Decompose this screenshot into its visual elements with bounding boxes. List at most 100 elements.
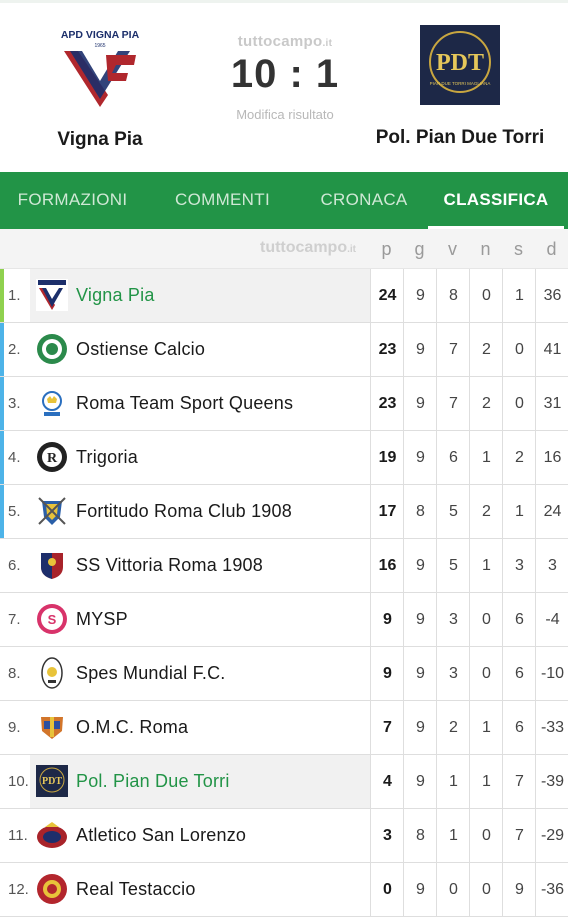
table-row[interactable]: 5. Fortitudo Roma Club 1908 17 8 5 2 1 24 xyxy=(0,485,568,539)
team-name[interactable]: Vigna Pia xyxy=(76,269,155,322)
team-name[interactable]: Spes Mundial F.C. xyxy=(76,647,225,700)
row-position: 6. xyxy=(8,557,21,574)
col-header-drawn: n xyxy=(480,239,491,259)
team-cell[interactable]: Fortitudo Roma Club 1908 xyxy=(30,485,370,538)
team-name[interactable]: Atletico San Lorenzo xyxy=(76,809,246,862)
stat-v: 3 xyxy=(436,647,470,700)
zone-marker xyxy=(0,323,4,376)
row-position: 5. xyxy=(8,503,21,520)
table-row[interactable]: 7. S MYSP 9 9 3 0 6 -4 xyxy=(0,593,568,647)
team-crest-icon: S xyxy=(36,603,68,635)
svg-text:PDT: PDT xyxy=(42,776,62,787)
team-name[interactable]: Roma Team Sport Queens xyxy=(76,377,293,430)
team-cell[interactable]: Roma Team Sport Queens xyxy=(30,377,370,430)
row-position: 3. xyxy=(8,395,21,412)
home-team[interactable]: APD VIGNA PIA 1965 Vigna Pia xyxy=(0,25,200,151)
team-crest-icon xyxy=(36,549,68,581)
away-team-name[interactable]: Pol. Pian Due Torri xyxy=(350,127,568,149)
team-cell[interactable]: Vigna Pia xyxy=(30,269,370,322)
stat-d: -36 xyxy=(535,863,568,916)
table-row[interactable]: 6. SS Vittoria Roma 1908 16 9 5 1 3 3 xyxy=(0,539,568,593)
home-team-name[interactable]: Vigna Pia xyxy=(0,129,200,151)
stat-g: 9 xyxy=(403,269,437,322)
stat-v: 7 xyxy=(436,323,470,376)
table-row[interactable]: 10. PDT Pol. Pian Due Torri 4 9 1 1 7 -39 xyxy=(0,755,568,809)
table-header: tuttocampo.it p g v n s d xyxy=(0,229,568,269)
stat-d: -33 xyxy=(535,701,568,754)
stat-d: -10 xyxy=(535,647,568,700)
table-row[interactable]: 12. Real Testaccio 0 9 0 0 9 -36 xyxy=(0,863,568,917)
team-crest-icon xyxy=(36,657,68,689)
table-row[interactable]: 9. O.M.C. Roma 7 9 2 1 6 -33 xyxy=(0,701,568,755)
stat-g: 8 xyxy=(403,485,437,538)
table-row[interactable]: 3. Roma Team Sport Queens 23 9 7 2 0 31 xyxy=(0,377,568,431)
stat-p: 0 xyxy=(370,863,404,916)
team-crest-icon: R xyxy=(36,441,68,473)
stat-n: 0 xyxy=(469,647,503,700)
table-row[interactable]: 8. Spes Mundial F.C. 9 9 3 0 6 -10 xyxy=(0,647,568,701)
stat-g: 8 xyxy=(403,809,437,862)
stat-g: 9 xyxy=(403,593,437,646)
brand-logo: tuttocampo.it xyxy=(237,33,333,50)
row-position: 12. xyxy=(8,881,29,898)
stat-p: 3 xyxy=(370,809,404,862)
stat-n: 1 xyxy=(469,701,503,754)
stat-v: 5 xyxy=(436,539,470,592)
team-name[interactable]: Pol. Pian Due Torri xyxy=(76,755,230,808)
stat-v: 0 xyxy=(436,863,470,916)
stat-s: 6 xyxy=(502,701,536,754)
team-name[interactable]: O.M.C. Roma xyxy=(76,701,188,754)
stat-p: 23 xyxy=(370,377,404,430)
tab-classifica[interactable]: CLASSIFICA xyxy=(428,172,564,229)
row-position: 8. xyxy=(8,665,21,682)
team-cell[interactable]: Real Testaccio xyxy=(30,863,370,916)
logo-lettering: APD VIGNA PIA xyxy=(61,29,140,41)
col-header-won: v xyxy=(448,239,457,259)
team-name[interactable]: Real Testaccio xyxy=(76,863,196,916)
table-row[interactable]: 4. R Trigoria 19 9 6 1 2 16 xyxy=(0,431,568,485)
stat-s: 7 xyxy=(502,755,536,808)
col-header-played: g xyxy=(414,239,425,259)
table-row[interactable]: 1. Vigna Pia 24 9 8 0 1 36 xyxy=(0,269,568,323)
stat-p: 19 xyxy=(370,431,404,484)
team-name[interactable]: Ostiense Calcio xyxy=(76,323,205,376)
stat-s: 0 xyxy=(502,377,536,430)
stat-s: 6 xyxy=(502,647,536,700)
table-row[interactable]: 11. Atletico San Lorenzo 3 8 1 0 7 -29 xyxy=(0,809,568,863)
tab-cronaca[interactable]: CRONACA xyxy=(300,172,428,229)
team-crest-icon xyxy=(36,819,68,851)
team-name[interactable]: Fortitudo Roma Club 1908 xyxy=(76,485,292,538)
stat-s: 1 xyxy=(502,485,536,538)
team-name[interactable]: SS Vittoria Roma 1908 xyxy=(76,539,263,592)
table-row[interactable]: 2. Ostiense Calcio 23 9 7 2 0 41 xyxy=(0,323,568,377)
col-header-points: p xyxy=(381,239,392,259)
tab-commenti[interactable]: COMMENTI xyxy=(145,172,300,229)
stat-n: 1 xyxy=(469,755,503,808)
stat-g: 9 xyxy=(403,755,437,808)
team-name[interactable]: Trigoria xyxy=(76,431,138,484)
stat-p: 23 xyxy=(370,323,404,376)
team-name[interactable]: MYSP xyxy=(76,593,128,646)
stat-n: 0 xyxy=(469,593,503,646)
team-cell[interactable]: Spes Mundial F.C. xyxy=(30,647,370,700)
away-team[interactable]: PDT PIAN DUE TORRI MAGLIANA Pol. Pian Du… xyxy=(350,25,568,149)
team-cell[interactable]: SS Vittoria Roma 1908 xyxy=(30,539,370,592)
row-position: 2. xyxy=(8,341,21,358)
stat-n: 0 xyxy=(469,863,503,916)
team-cell[interactable]: PDT Pol. Pian Due Torri xyxy=(30,755,370,808)
tab-formazioni[interactable]: FORMAZIONI xyxy=(0,172,145,229)
team-crest-icon xyxy=(36,711,68,743)
stat-p: 9 xyxy=(370,593,404,646)
team-cell[interactable]: Atletico San Lorenzo xyxy=(30,809,370,862)
edit-result-link[interactable]: Modifica risultato xyxy=(200,107,370,122)
stat-g: 9 xyxy=(403,431,437,484)
team-cell[interactable]: Ostiense Calcio xyxy=(30,323,370,376)
stat-v: 7 xyxy=(436,377,470,430)
stat-n: 2 xyxy=(469,323,503,376)
col-header-lost: s xyxy=(514,239,523,259)
match-header: APD VIGNA PIA 1965 Vigna Pia tuttocampo.… xyxy=(0,0,568,172)
team-cell[interactable]: O.M.C. Roma xyxy=(30,701,370,754)
stat-n: 1 xyxy=(469,539,503,592)
team-cell[interactable]: R Trigoria xyxy=(30,431,370,484)
team-cell[interactable]: S MYSP xyxy=(30,593,370,646)
